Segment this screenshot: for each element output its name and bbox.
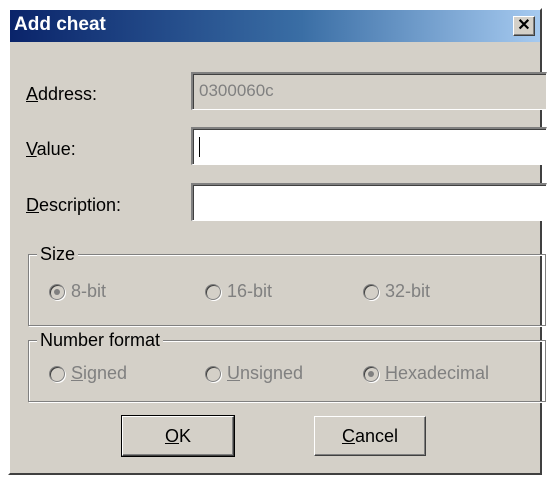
radio-unchecked-icon — [49, 365, 65, 382]
number-format-legend: Number format — [37, 329, 164, 351]
size-legend: Size — [37, 243, 79, 265]
radio-signed[interactable]: Signed — [49, 363, 127, 384]
radio-checked-icon — [363, 365, 379, 382]
radio-unchecked-icon — [363, 283, 379, 300]
radio-unchecked-icon — [205, 365, 221, 382]
value-label: Value: — [26, 139, 76, 159]
radio-16-bit[interactable]: 16-bit — [205, 281, 272, 302]
radio-32-bit[interactable]: 32-bit — [363, 281, 430, 302]
text-caret — [199, 136, 200, 157]
description-label: Description: — [26, 195, 122, 215]
window-title: Add cheat — [14, 14, 106, 35]
number-format-group: Number format Signed Unsigned Hexadecima… — [28, 329, 546, 402]
radio-unchecked-icon — [205, 283, 221, 300]
size-group: Size 8-bit 16-bit 32-bit — [28, 243, 546, 326]
close-button[interactable]: ✕ — [513, 16, 535, 36]
description-input[interactable] — [191, 183, 547, 221]
title-bar[interactable]: Add cheat ✕ — [10, 10, 540, 42]
value-input[interactable] — [191, 127, 547, 165]
radio-8-bit[interactable]: 8-bit — [49, 281, 106, 302]
cancel-button[interactable]: Cancel — [314, 416, 426, 456]
ok-button[interactable]: OK — [121, 415, 235, 457]
radio-unsigned[interactable]: Unsigned — [205, 363, 303, 384]
add-cheat-dialog: Add cheat ✕ Address: 0300060c Value: Des… — [8, 8, 547, 475]
address-field: 0300060c — [191, 72, 547, 110]
radio-checked-icon — [49, 283, 65, 300]
close-icon: ✕ — [517, 17, 531, 34]
radio-hexadecimal[interactable]: Hexadecimal — [363, 363, 489, 384]
address-label: Address: — [26, 84, 98, 104]
